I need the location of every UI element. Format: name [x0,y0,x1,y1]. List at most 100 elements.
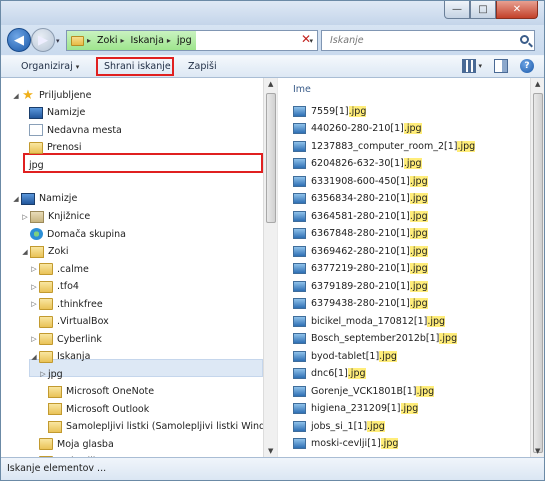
tree-item[interactable]: ◢ Iskanja [29,348,90,365]
tree-item-label: Zoki [48,246,69,257]
scroll-thumb[interactable] [533,93,543,453]
breadcrumb-jpg[interactable]: jpg [177,35,192,46]
help-icon[interactable]: ? [520,59,534,73]
file-item[interactable]: Gorenje_VCK1801B[1].jpg [293,383,435,399]
office-icon [48,403,62,415]
file-name: 6379438-280-210[1].jpg [310,297,429,310]
close-button[interactable]: ✕ [496,1,538,19]
tree-item[interactable]: ▷ jpg [38,366,62,383]
file-name: moski-cevlji[1].jpg [310,437,399,450]
file-extension-match: .jpg [409,298,428,309]
collapse-icon[interactable]: ◢ [20,248,30,256]
tree-item[interactable]: Moja glasba [29,436,114,453]
expand-icon[interactable]: ▷ [29,265,39,273]
change-view-icon[interactable] [462,59,477,73]
breadcrumb-separator[interactable]: ▸ [120,36,124,45]
organize-menu[interactable]: Organiziraj ▾ [21,61,79,72]
tree-item[interactable]: Samolepljivi listki (Samolepljivi listki… [38,418,263,435]
collapse-icon[interactable]: ◢ [11,195,21,203]
file-item[interactable]: Bosch_september2012b[1].jpg [293,331,458,347]
file-item[interactable]: byod-tablet[1].jpg [293,348,398,364]
office-icon [48,420,62,433]
file-item[interactable]: 6379189-280-210[1].jpg [293,278,429,294]
collapse-icon[interactable]: ◢ [11,92,21,100]
favorite-item[interactable]: Prenosi [29,139,82,156]
address-bar[interactable]: ▸ Zoki ▸ Iskanja ▸ jpg ▾ [66,30,318,51]
preview-pane-icon[interactable] [494,59,508,73]
scroll-down-icon[interactable]: ▼ [268,447,273,455]
scroll-thumb[interactable] [266,93,276,223]
tree-item[interactable]: Domača skupina [20,226,126,243]
file-extension-match: .jpg [409,280,428,292]
tree-item[interactable]: ▷ .tfo4 [29,278,79,295]
expand-icon[interactable]: ▷ [29,283,39,291]
minimize-button[interactable]: — [444,1,470,19]
search-icon[interactable] [520,35,529,44]
favorites-header[interactable]: ◢ ★ Priljubljene [11,87,91,104]
file-basename: Gorenje_VCK1801B[1] [311,385,417,397]
navigation-scrollbar[interactable]: ▲ ▼ [263,78,277,457]
tree-item[interactable]: ▷ Cyberlink [29,331,102,348]
burn-button[interactable]: Zapiši [188,61,217,72]
scroll-down-icon[interactable]: ▼ [535,447,540,455]
file-item[interactable]: dnc6[1].jpg [293,366,367,382]
file-item[interactable]: moski-cevlji[1].jpg [293,436,399,452]
breadcrumb-iskanja[interactable]: Iskanja [131,35,164,46]
breadcrumb-separator[interactable]: ▸ [87,36,91,45]
maximize-button[interactable]: □ [470,1,496,19]
desktop-header[interactable]: ◢ Namizje [11,190,77,207]
tree-item[interactable]: .VirtualBox [29,313,109,330]
file-item[interactable]: 6367848-280-210[1].jpg [293,226,429,242]
file-item[interactable]: 6369462-280-210[1].jpg [293,243,429,259]
file-item[interactable]: jobs_si_1[1].jpg [293,418,386,434]
file-item[interactable]: 6356834-280-210[1].jpg [293,191,429,207]
back-button[interactable]: ◀ [7,28,31,52]
tree-item[interactable]: ▷ Knjižnice [20,208,90,225]
view-options-dropdown[interactable]: ▾ [478,62,482,70]
tree-item[interactable]: Microsoft OneNote [38,383,154,400]
breadcrumb-zoki[interactable]: Zoki [97,35,117,46]
tree-item-label: .tfo4 [57,281,79,292]
file-item[interactable]: 6331908-600-450[1].jpg [293,173,429,189]
file-item[interactable]: 7559[1].jpg [293,103,367,119]
tree-item-label: Microsoft Outlook [66,403,150,415]
view-controls: ▾ ? [462,59,534,73]
expand-icon[interactable]: ▷ [38,370,48,378]
file-item[interactable]: 6379438-280-210[1].jpg [293,296,429,312]
file-item[interactable]: 6377219-280-210[1].jpg [293,261,429,277]
stop-search-icon[interactable]: ✕ [301,32,311,46]
favorite-item[interactable]: jpg [29,157,44,174]
folder-icon [39,298,53,310]
tree-item[interactable]: ▷ .thinkfree [29,296,103,313]
file-item[interactable]: bicikel_moda_170812[1].jpg [293,313,446,329]
image-file-icon [293,140,306,152]
tree-item[interactable]: ◢ Zoki [20,243,68,260]
favorite-item[interactable]: Nedavna mesta [29,122,122,139]
breadcrumb-separator[interactable]: ▸ [167,36,171,45]
tree-item[interactable]: Microsoft Outlook [38,401,149,418]
forward-button[interactable]: ▶ [31,28,55,52]
file-item[interactable]: higiena_231209[1].jpg [293,401,419,417]
recent-places-icon [29,124,43,136]
file-item[interactable]: 6204826-632-30[1].jpg [293,156,423,172]
column-header-name[interactable]: Ime [293,84,311,95]
file-item[interactable]: 6364581-280-210[1].jpg [293,208,429,224]
file-item[interactable]: 1237883_computer_room_2[1].jpg [293,138,476,154]
search-input[interactable]: Iskanje [321,30,535,51]
scroll-up-icon[interactable]: ▲ [268,80,273,88]
tree-item[interactable]: ▷ .calme [29,261,89,278]
file-name: bicikel_moda_170812[1].jpg [310,315,446,328]
expand-icon[interactable]: ▷ [29,300,39,308]
expand-icon[interactable]: ▷ [20,213,30,221]
scroll-up-icon[interactable]: ▲ [535,80,540,88]
image-file-icon [293,158,306,169]
image-file-icon [293,438,306,449]
image-file-icon [293,210,306,222]
favorite-item[interactable]: Namizje [29,104,85,121]
recent-pages-dropdown[interactable]: ▾ [56,37,60,45]
expand-icon[interactable]: ▷ [29,335,39,343]
content-scrollbar[interactable]: ▲ ▼ [530,78,544,457]
file-item[interactable]: 440260-280-210[1].jpg [293,121,423,137]
image-file-icon [293,280,306,292]
collapse-icon[interactable]: ◢ [29,353,39,361]
